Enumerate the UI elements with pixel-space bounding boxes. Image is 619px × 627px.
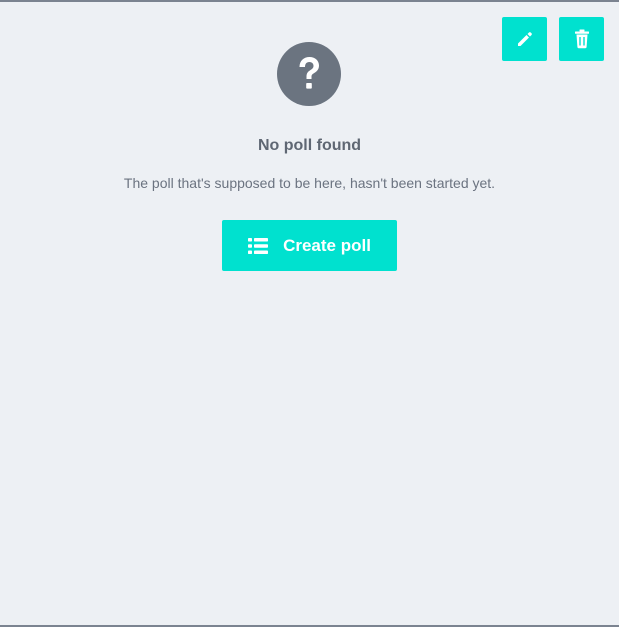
delete-button[interactable] <box>559 17 604 61</box>
create-poll-label: Create poll <box>283 235 371 255</box>
edit-button[interactable] <box>502 17 547 61</box>
create-poll-button[interactable]: Create poll <box>222 220 397 271</box>
list-icon <box>248 237 269 254</box>
poll-panel: No poll found The poll that's supposed t… <box>0 0 619 627</box>
pencil-icon <box>517 32 532 46</box>
question-circle-icon <box>277 42 341 106</box>
trash-icon <box>574 29 589 49</box>
empty-state-message: The poll that's supposed to be here, has… <box>123 175 496 191</box>
empty-state-title: No poll found <box>257 137 362 154</box>
